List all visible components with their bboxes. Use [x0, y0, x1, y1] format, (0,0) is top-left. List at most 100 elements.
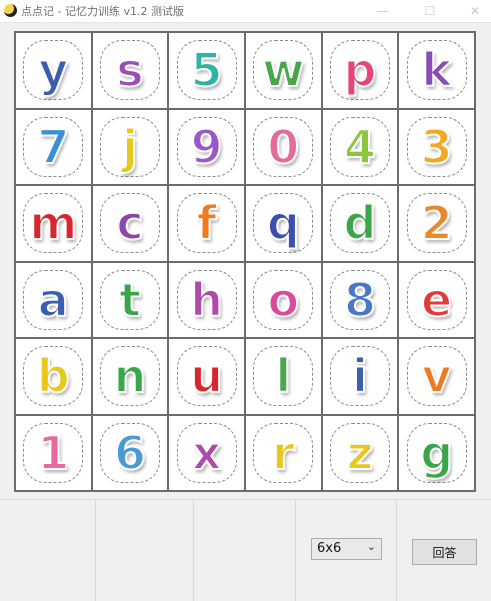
- character-sticker: z: [329, 422, 390, 483]
- grid-cell[interactable]: c: [92, 186, 168, 261]
- cell-character: x: [191, 425, 223, 480]
- grid-cell[interactable]: 3: [399, 109, 474, 184]
- character-sticker: q: [253, 193, 314, 254]
- grid-size-value: 6x6: [317, 541, 342, 556]
- grid-cell[interactable]: v: [399, 339, 474, 414]
- panel-divider: [295, 500, 296, 601]
- grid-cell[interactable]: a: [16, 262, 91, 337]
- character-sticker: 5: [176, 40, 237, 101]
- cell-character: f: [196, 196, 218, 251]
- cell-character: z: [346, 425, 375, 480]
- cell-character: a: [37, 272, 70, 327]
- cell-character: u: [189, 349, 224, 404]
- cell-character: v: [421, 349, 453, 404]
- cell-character: 2: [420, 196, 454, 251]
- character-sticker: x: [176, 422, 237, 483]
- cell-character: k: [420, 43, 453, 98]
- grid-cell[interactable]: g: [399, 415, 474, 490]
- cell-character: r: [271, 425, 296, 480]
- grid-cell[interactable]: f: [169, 186, 244, 261]
- character-sticker: n: [99, 346, 160, 407]
- grid-cell[interactable]: 1: [16, 415, 91, 490]
- character-sticker: v: [406, 346, 467, 407]
- cell-character: w: [261, 43, 305, 98]
- cell-character: l: [274, 349, 292, 404]
- close-button[interactable]: ✕: [460, 0, 490, 22]
- character-sticker: k: [406, 40, 467, 101]
- cell-character: 9: [190, 119, 224, 174]
- grid-cell[interactable]: 2: [399, 186, 474, 261]
- character-sticker: h: [176, 269, 237, 330]
- grid-cell[interactable]: i: [322, 339, 398, 414]
- cell-character: b: [36, 349, 71, 404]
- character-sticker: o: [253, 269, 314, 330]
- grid-cell[interactable]: l: [245, 339, 321, 414]
- grid-cell[interactable]: e: [399, 262, 474, 337]
- grid-cell[interactable]: x: [169, 415, 244, 490]
- grid-cell[interactable]: m: [16, 186, 91, 261]
- card-grid: ys5wpk 7j9043 mcfqd2 atho8e bnul iv 16xrzg: [14, 31, 476, 492]
- grid-cell[interactable]: r: [245, 415, 321, 490]
- character-sticker: r: [253, 422, 314, 483]
- character-sticker: 6: [99, 422, 160, 483]
- grid-cell[interactable]: h: [169, 262, 244, 337]
- cell-character: j: [121, 119, 139, 174]
- cell-character: 7: [36, 119, 70, 174]
- cell-character: n: [113, 349, 148, 404]
- cell-character: s: [115, 43, 144, 98]
- grid-cell[interactable]: 9: [169, 109, 244, 184]
- character-sticker: d: [329, 193, 390, 254]
- grid-cell[interactable]: 5: [169, 33, 244, 108]
- grid-size-select[interactable]: 6x6 ⌄: [311, 538, 382, 560]
- character-sticker: y: [23, 40, 84, 101]
- cell-character: 4: [343, 119, 377, 174]
- cell-character: o: [267, 272, 301, 327]
- character-sticker: b: [23, 346, 84, 407]
- grid-cell[interactable]: w: [245, 33, 321, 108]
- character-sticker: p: [329, 40, 390, 101]
- cell-character: m: [28, 196, 78, 251]
- character-sticker: l: [253, 346, 314, 407]
- character-sticker: t: [99, 269, 160, 330]
- grid-cell[interactable]: 7: [16, 109, 91, 184]
- grid-cell[interactable]: n: [92, 339, 168, 414]
- character-sticker: 8: [329, 269, 390, 330]
- grid-cell[interactable]: y: [16, 33, 91, 108]
- grid-cell[interactable]: 6: [92, 415, 168, 490]
- grid-cell[interactable]: b: [16, 339, 91, 414]
- panel-divider: [396, 500, 397, 601]
- cell-character: y: [37, 43, 69, 98]
- character-sticker: 9: [176, 116, 237, 177]
- answer-button[interactable]: 回答: [412, 539, 477, 565]
- grid-cell[interactable]: p: [322, 33, 398, 108]
- grid-cell[interactable]: t: [92, 262, 168, 337]
- character-sticker: c: [99, 193, 160, 254]
- cell-character: t: [118, 272, 142, 327]
- cell-character: 6: [113, 425, 147, 480]
- character-sticker: 2: [406, 193, 467, 254]
- grid-cell[interactable]: 8: [322, 262, 398, 337]
- grid-cell[interactable]: s: [92, 33, 168, 108]
- grid-cell[interactable]: k: [399, 33, 474, 108]
- grid-cell[interactable]: 0: [245, 109, 321, 184]
- grid-cell[interactable]: u: [169, 339, 244, 414]
- cell-character: p: [343, 43, 378, 98]
- cell-character: g: [419, 425, 454, 480]
- grid-cell[interactable]: 4: [322, 109, 398, 184]
- cell-character: c: [115, 196, 144, 251]
- panel-divider: [95, 500, 96, 601]
- grid-cell[interactable]: o: [245, 262, 321, 337]
- grid-cell[interactable]: z: [322, 415, 398, 490]
- grid-cell[interactable]: q: [245, 186, 321, 261]
- character-sticker: m: [23, 193, 84, 254]
- grid-cell[interactable]: d: [322, 186, 398, 261]
- character-sticker: g: [406, 422, 467, 483]
- character-sticker: 4: [329, 116, 390, 177]
- grid-cell[interactable]: j: [92, 109, 168, 184]
- title-bar: 点点记 - 记忆力训练 v1.2 测试版 — ☐ ✕: [0, 0, 491, 23]
- cell-character: h: [189, 272, 224, 327]
- cell-character: 8: [343, 272, 377, 327]
- minimize-button[interactable]: —: [368, 0, 398, 22]
- character-sticker: 3: [406, 116, 467, 177]
- maximize-button[interactable]: ☐: [415, 0, 445, 22]
